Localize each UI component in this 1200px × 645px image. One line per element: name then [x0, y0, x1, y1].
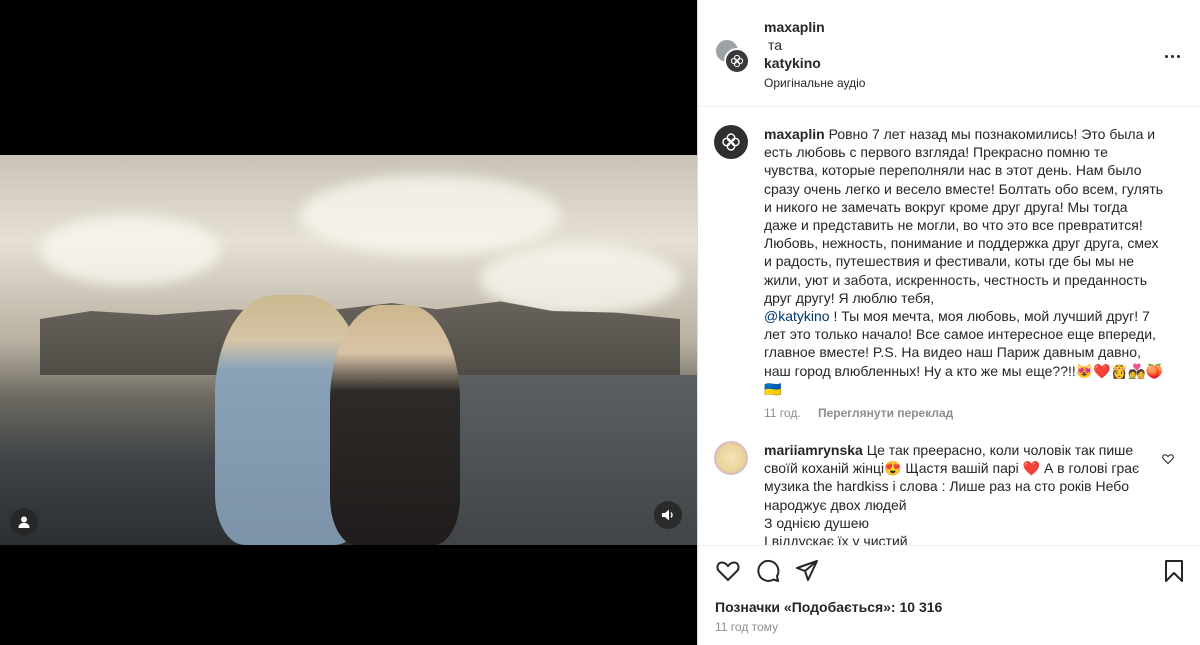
- comments-list[interactable]: maxaplin Ровно 7 лет назад мы познакомил…: [698, 108, 1200, 545]
- heart-icon[interactable]: [715, 558, 741, 584]
- comment-body: mariiamrynska Це так преерасно, коли чол…: [764, 441, 1160, 545]
- more-icon: [1164, 54, 1168, 58]
- video-person: [330, 305, 460, 545]
- comment-like-icon[interactable]: [1162, 453, 1174, 465]
- audio-link[interactable]: Оригінальне аудіо: [764, 74, 865, 92]
- author-connector: та: [768, 37, 783, 53]
- clover-icon: [730, 54, 744, 68]
- avatar[interactable]: [714, 125, 748, 159]
- caption-age: 11 год.: [764, 406, 801, 421]
- comment-text-line: І віддускає їх у чистий: [764, 533, 908, 545]
- avatar-stack[interactable]: [714, 38, 750, 74]
- author-link[interactable]: maxaplin: [764, 18, 865, 36]
- avatar: [724, 48, 750, 74]
- speaker-icon: [662, 509, 673, 521]
- avatar[interactable]: [714, 441, 748, 475]
- clover-icon: [722, 133, 740, 151]
- post-media: [0, 0, 697, 645]
- video-cloud: [40, 215, 220, 285]
- user-icon: [18, 516, 30, 528]
- post-panel: maxaplin та katykino Оригінальне аудіо m…: [697, 0, 1200, 645]
- post-header: maxaplin та katykino Оригінальне аудіо: [698, 0, 1200, 107]
- translate-link[interactable]: Переглянути переклад: [818, 406, 953, 420]
- post-video[interactable]: [0, 155, 697, 545]
- comment-item: mariiamrynska Це так преерасно, коли чол…: [714, 441, 1174, 545]
- more-icon-dot: [1176, 54, 1180, 58]
- caption-meta: 11 год. Переглянути переклад: [764, 404, 1164, 422]
- post-time: 11 год тому: [715, 620, 779, 634]
- video-cloud: [300, 175, 560, 255]
- caption-mention[interactable]: @katykino: [764, 308, 830, 324]
- comment-icon[interactable]: [755, 558, 781, 584]
- caption-body: maxaplin Ровно 7 лет назад мы познакомил…: [764, 125, 1164, 422]
- post-authors: maxaplin та katykino Оригінальне аудіо: [764, 18, 865, 92]
- like-count[interactable]: Позначки «Подобається»: 10 316: [715, 599, 942, 615]
- bookmark-icon[interactable]: [1161, 558, 1187, 584]
- share-icon[interactable]: [794, 558, 820, 584]
- post-actions: Позначки «Подобається»: 10 316 11 год то…: [698, 545, 1200, 645]
- more-options-button[interactable]: [1160, 46, 1184, 66]
- caption: maxaplin Ровно 7 лет назад мы познакомил…: [714, 125, 1174, 425]
- comment-username[interactable]: mariiamrynska: [764, 442, 863, 458]
- comment-text-line: З однією душею: [764, 514, 870, 531]
- caption-username[interactable]: maxaplin: [764, 126, 825, 142]
- more-icon-dot: [1170, 54, 1174, 58]
- tagged-users-button[interactable]: [10, 508, 38, 536]
- caption-text: Ровно 7 лет назад мы познакомились! Это …: [764, 126, 1164, 306]
- mute-button[interactable]: [654, 501, 682, 529]
- coauthor-link[interactable]: katykino: [764, 54, 865, 72]
